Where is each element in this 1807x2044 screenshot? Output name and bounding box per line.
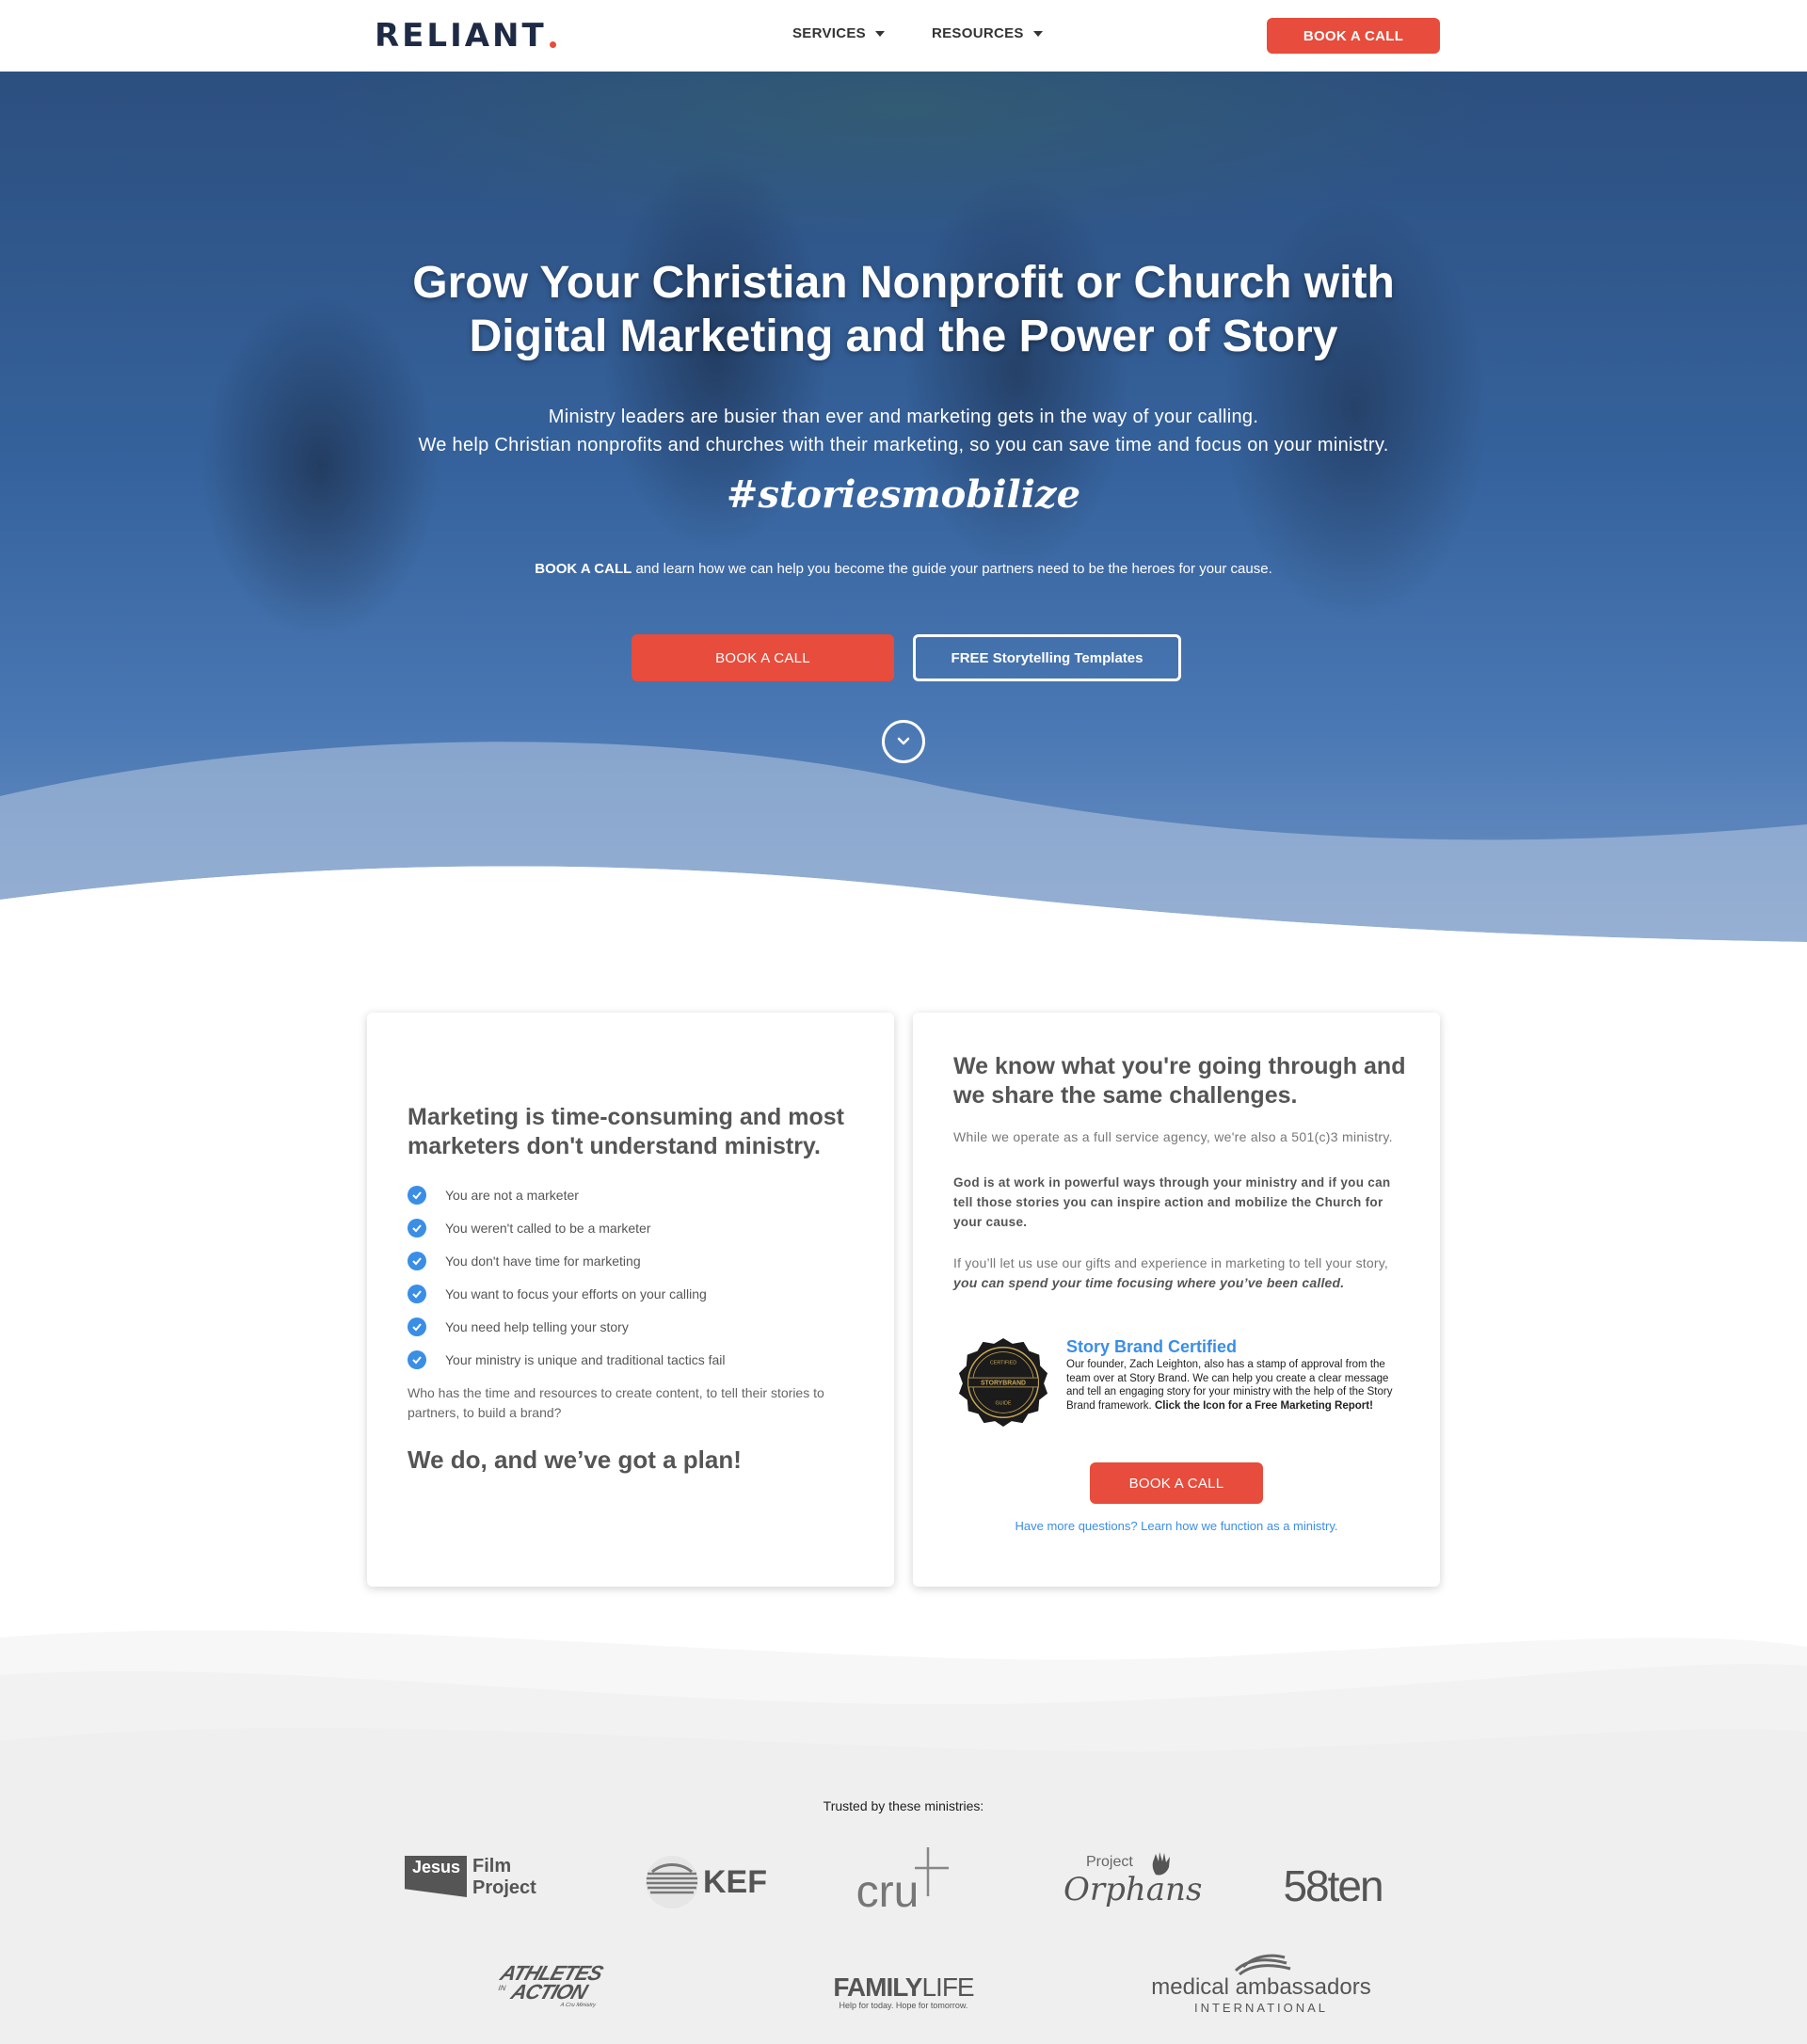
hero-subtitle-line1: Ministry leaders are busier than ever an… [548,407,1259,427]
hero-subtitle-line2: We help Christian nonprofits and churche… [418,435,1389,455]
film-text: Film [472,1856,512,1876]
chevron-down-icon [875,30,885,37]
list-item: You are not a marketer [408,1178,726,1211]
cru-logo: cru [843,1844,962,1917]
ministry-card: We know what you're going through and we… [913,1013,1440,1587]
storybrand-badge-icon[interactable]: STORYBRAND CERTIFIED GUIDE [957,1336,1049,1429]
chevron-down-icon [897,737,910,745]
marketing-challenges-card: Marketing is time-consuming and most mar… [367,1013,894,1587]
list-item: You weren't called to be a marketer [408,1211,726,1244]
58ten-text: 58ten [1283,1861,1383,1910]
list-item: Your ministry is unique and traditional … [408,1343,726,1376]
storytelling-templates-button[interactable]: FREE Storytelling Templates [913,634,1181,681]
familylife-tagline: Help for today. Hope for tomorrow. [839,2001,968,2010]
action-text: ACTION [508,1980,590,2004]
reliant-logo[interactable]: RELIANT [375,19,556,53]
nav-book-call-button[interactable]: BOOK A CALL [1267,18,1440,54]
nav-services[interactable]: SERVICES [792,25,885,41]
top-navigation: RELIANT SERVICES RESOURCES BOOK A CALL [0,0,1807,72]
hero-section: Grow Your Christian Nonprofit or Church … [0,72,1807,947]
hero-title-line1: Grow Your Christian Nonprofit or Church … [412,258,1395,308]
storybrand-text: Our founder, Zach Leighton, also has a s… [1066,1358,1405,1413]
list-item: You want to focus your efforts on your c… [408,1277,726,1310]
58ten-logo: 58ten [1278,1856,1387,1916]
orphans-text: Orphans [1063,1871,1203,1908]
list-item-text: You weren't called to be a marketer [445,1220,651,1236]
check-circle-icon [408,1349,426,1369]
list-item-text: You don't have time for marketing [445,1253,641,1269]
logo-dot [549,41,556,48]
list-item-text: You are not a marketer [445,1187,579,1203]
project-text: Project [472,1877,536,1898]
hand-icon [1152,1852,1170,1876]
orphans-project-text: Project [1086,1854,1133,1870]
left-card-paragraph: Who has the time and resources to create… [408,1385,824,1420]
project-orphans-logo: Project Orphans [1060,1848,1202,1920]
cru-text: cru [856,1866,919,1917]
cross-icon [915,1847,950,1896]
right-card-p1: While we operate as a full service agenc… [953,1129,1393,1144]
chevron-down-icon [1032,30,1043,37]
kef-text: KEF [703,1863,767,1900]
hero-cta-text: BOOK A CALL and learn how we can help yo… [0,561,1807,577]
right-card-p2: God is at work in powerful ways through … [953,1175,1391,1229]
check-circle-icon [408,1284,426,1303]
list-item-text: Your ministry is unique and traditional … [445,1351,726,1367]
nav-resources[interactable]: RESOURCES [932,25,1043,41]
badge-mid-text: STORYBRAND [981,1380,1026,1386]
storybrand-title: Story Brand Certified [1066,1337,1238,1356]
hashtag: #storiesmobilize [726,472,1081,517]
badge-top-text: CERTIFIED [990,1360,1016,1365]
hero-subtitle: Ministry leaders are busier than ever an… [0,403,1807,459]
familylife-logo: FAMILYLIFE Help for today. Hope for tomo… [828,1969,979,2014]
jesus-text: Jesus [412,1858,461,1876]
check-circle-icon [408,1251,426,1270]
badge-bottom-text: GUIDE [995,1401,1011,1407]
list-item-text: You need help telling your story [445,1318,629,1334]
left-card-title: Marketing is time-consuming and most mar… [408,1104,844,1159]
brand-name: RELIANT [375,17,547,55]
athletes-in-action-logo: ATHLETES IN ACTION A Cru Ministry [471,1959,621,2014]
ministry-info-link[interactable]: Have more questions? Learn how we functi… [913,1519,1440,1533]
hero-cta-bold: BOOK A CALL [535,561,632,577]
list-item-text: You want to focus your efforts on your c… [445,1285,707,1301]
right-card-p3-start: If you’ll let us use our gifts and exper… [953,1255,1389,1270]
nav-services-label: SERVICES [792,25,866,41]
medical-ambassadors-text: medical ambassadors [1151,1973,1371,2000]
in-text: IN [497,1984,507,1992]
hero-title-line2: Digital Marketing and the Power of Story [469,311,1338,361]
hero-book-call-button[interactable]: BOOK A CALL [632,634,894,681]
medical-ambassadors-logo: medical ambassadors INTERNATIONAL [1148,1954,1374,2015]
hero-title: Grow Your Christian Nonprofit or Church … [0,256,1807,363]
wave-mark-icon [1234,1954,1291,1975]
list-item: You don't have time for marketing [408,1244,726,1277]
kef-mark-icon [646,1856,698,1908]
right-card-p3: If you’ll let us use our gifts and exper… [953,1254,1405,1293]
list-item: You need help telling your story [408,1310,726,1343]
cru-ministry-text: A Cru Ministry [559,2003,597,2008]
nav-resources-label: RESOURCES [932,25,1024,41]
challenges-list: You are not a marketer You weren't calle… [408,1178,726,1376]
jesus-film-project-logo: Jesus Film Project [403,1852,553,1905]
scroll-down-button[interactable] [882,720,925,763]
storybrand-report-link[interactable]: Click the Icon for a Free Marketing Repo… [1155,1400,1373,1412]
family-text: FAMILY [833,1972,922,2002]
right-card-p3-emphasis: you can spend your time focusing where y… [953,1275,1345,1290]
check-circle-icon [408,1317,426,1336]
life-text: LIFE [921,1972,974,2002]
international-text: INTERNATIONAL [1193,2000,1329,2015]
right-card-title: We know what you're going through and we… [953,1053,1406,1109]
hero-cta-rest: and learn how we can help you become the… [632,561,1272,577]
kef-logo: KEF [642,1854,770,1910]
card-book-call-button[interactable]: BOOK A CALL [1090,1462,1263,1504]
plan-heading: We do, and we’ve got a plan! [408,1445,742,1474]
check-circle-icon [408,1218,426,1238]
check-circle-icon [408,1185,426,1205]
trusted-title: Trusted by these ministries: [823,1798,984,1813]
